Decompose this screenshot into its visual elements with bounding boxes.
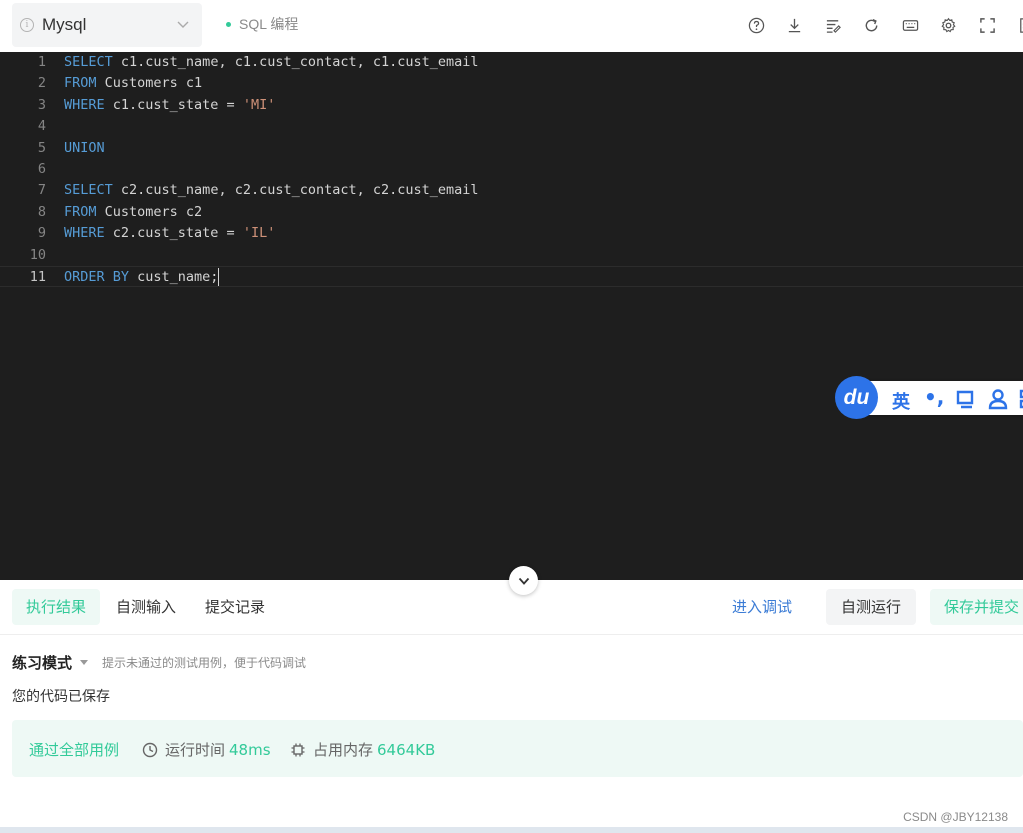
- collapse-toggle-button[interactable]: [509, 566, 538, 595]
- code-line[interactable]: 1 SELECT c1.cust_name, c1.cust_contact, c…: [0, 52, 1023, 73]
- practice-mode-hint: 提示未通过的测试用例，便于代码调试: [102, 655, 307, 670]
- status-dot: [226, 21, 231, 27]
- ime-mode-toggle[interactable]: 英: [892, 388, 910, 414]
- practice-mode-row: 练习模式 提示未通过的测试用例，便于代码调试: [12, 651, 306, 673]
- sql-keyword: FROM: [64, 75, 97, 92]
- debug-button[interactable]: 进入调试: [732, 589, 792, 625]
- line-code: SELECT c1.cust_name, c1.cust_contact, c1…: [64, 52, 479, 73]
- code-line[interactable]: 3 WHERE c1.cust_state = 'MI': [0, 95, 1023, 116]
- sql-string: 'IL': [242, 225, 276, 242]
- pass-status: 通过全部用例: [29, 741, 120, 759]
- sql-keyword: SELECT: [64, 54, 113, 70]
- code-line[interactable]: 8 FROM Customers c2: [0, 202, 1023, 223]
- editor-toolbar: i Mysql SQL 编程: [0, 0, 1023, 52]
- line-number: 2: [37, 75, 46, 92]
- sql-keyword: ORDER BY: [64, 269, 130, 285]
- sql-text: Customers c2: [96, 203, 203, 220]
- bottom-strip: [0, 827, 1023, 833]
- line-number: 6: [37, 161, 46, 177]
- download-icon[interactable]: [785, 15, 805, 35]
- ime-logo[interactable]: du: [835, 376, 878, 419]
- code-line[interactable]: 5 UNION: [0, 138, 1023, 159]
- code-line[interactable]: 2 FROM Customers c1: [0, 73, 1023, 94]
- keyboard-icon[interactable]: [900, 15, 920, 35]
- sql-text: c1.cust_name, c1.cust_contact, c1.cust_e…: [112, 54, 479, 70]
- info-icon: i: [20, 18, 34, 32]
- line-number: 4: [37, 118, 46, 135]
- help-icon[interactable]: [746, 15, 766, 35]
- line-code: UNION: [64, 138, 105, 159]
- text-cursor: [218, 268, 220, 286]
- practice-mode-label[interactable]: 练习模式: [12, 652, 72, 673]
- save-and-submit-button[interactable]: 保存并提交: [930, 589, 1023, 625]
- sql-keyword: FROM: [64, 203, 97, 220]
- chip-icon: [291, 743, 305, 756]
- mode-tag-label: SQL 编程: [239, 16, 299, 32]
- line-code: FROM Customers c1: [64, 73, 202, 94]
- ime-user-icon[interactable]: [987, 388, 1009, 410]
- tab-custom-input[interactable]: 自测输入: [102, 589, 190, 625]
- watermark: CSDN @JBY12138: [903, 810, 1008, 824]
- code-line[interactable]: 10: [0, 245, 1023, 266]
- sql-text: Customers c1: [96, 75, 203, 92]
- fullscreen-icon[interactable]: [977, 15, 997, 35]
- memory-value: 6464KB: [377, 740, 436, 759]
- mode-tag: SQL 编程: [226, 14, 298, 34]
- code-editor[interactable]: 1 SELECT c1.cust_name, c1.cust_contact, c…: [0, 52, 1023, 580]
- line-number: 8: [37, 203, 46, 220]
- language-select[interactable]: i Mysql: [12, 3, 202, 47]
- caret-down-icon[interactable]: [80, 659, 89, 665]
- code-line[interactable]: 4: [0, 116, 1023, 137]
- code-line[interactable]: 11 ORDER BY cust_name;: [0, 266, 1023, 288]
- close-panel-icon[interactable]: [1016, 15, 1023, 35]
- line-number: 11: [29, 269, 46, 285]
- sql-keyword: WHERE: [64, 96, 105, 113]
- tab-submission-history[interactable]: 提交记录: [191, 589, 279, 625]
- line-number: 9: [37, 225, 46, 242]
- runtime-label: 运行时间: [165, 741, 226, 759]
- sql-string: 'MI': [242, 96, 276, 113]
- runtime-metric: 运行时间 48ms: [142, 739, 271, 760]
- language-label: Mysql: [42, 15, 87, 34]
- toolbar-icons: [746, 15, 1023, 35]
- result-summary: 通过全部用例 运行时间 48ms 占用内存 6464KB: [12, 720, 1023, 777]
- chevron-down-icon: [177, 21, 189, 28]
- sql-keyword: UNION: [64, 139, 105, 156]
- memory-metric: 占用内存 6464KB: [290, 739, 435, 760]
- sql-keyword: SELECT: [64, 182, 113, 199]
- code-line[interactable]: 9 WHERE c2.cust_state = 'IL': [0, 223, 1023, 244]
- reset-icon[interactable]: [862, 15, 882, 35]
- sql-text: c2.cust_state =: [104, 225, 243, 242]
- saved-message: 您的代码已保存: [12, 689, 110, 705]
- settings-icon[interactable]: [939, 15, 959, 35]
- code-line[interactable]: 7 SELECT c2.cust_name, c2.cust_contact, c…: [0, 180, 1023, 201]
- app-root: i Mysql SQL 编程 1 SELECT c1.cust_name, c1…: [0, 0, 1023, 833]
- self-test-run-button[interactable]: 自测运行: [826, 589, 916, 625]
- chevron-down-icon: [518, 577, 529, 585]
- ime-punct-toggle[interactable]: •,: [924, 385, 944, 409]
- ime-more-icon[interactable]: [1018, 388, 1023, 410]
- line-code: WHERE c1.cust_state = 'MI': [64, 95, 275, 116]
- sql-keyword: WHERE: [64, 225, 105, 242]
- clock-icon: [142, 742, 158, 757]
- line-number: 5: [37, 139, 46, 156]
- line-number: 7: [37, 182, 46, 199]
- line-number: 10: [29, 246, 46, 263]
- memory-label: 占用内存: [313, 741, 374, 759]
- ime-toolbar: du 英 •,: [835, 376, 1023, 420]
- code-line[interactable]: 6: [0, 159, 1023, 180]
- ime-skin-icon[interactable]: [955, 388, 977, 410]
- sql-text: c2.cust_name, c2.cust_contact, c2.cust_e…: [112, 182, 479, 199]
- tab-run-result[interactable]: 执行结果: [12, 589, 101, 625]
- line-number: 1: [37, 54, 46, 70]
- line-number: 3: [37, 96, 46, 113]
- line-code: WHERE c2.cust_state = 'IL': [64, 223, 275, 244]
- line-code: ORDER BY cust_name;: [64, 267, 220, 288]
- line-code: SELECT c2.cust_name, c2.cust_contact, c2…: [64, 180, 479, 201]
- line-code: FROM Customers c2: [64, 202, 202, 223]
- runtime-value: 48ms: [229, 740, 271, 759]
- sql-text: c1.cust_state =: [104, 96, 243, 113]
- sql-text: cust_name;: [129, 269, 219, 285]
- format-icon[interactable]: [823, 15, 843, 35]
